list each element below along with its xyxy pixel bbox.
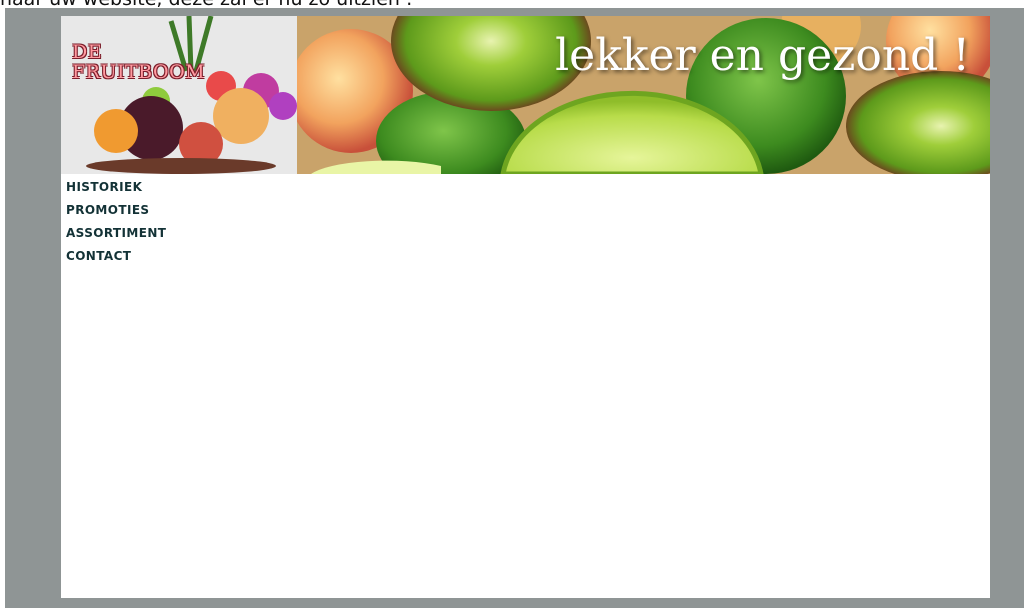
logo[interactable]: DE FRUITBOOM [61, 16, 297, 174]
nav-link-historiek[interactable]: HISTORIEK [66, 179, 166, 202]
main-navigation: HISTORIEK PROMOTIES ASSORTIMENT CONTACT [66, 179, 166, 271]
instruction-caption: naar uw website, deze zal er nu zo uitzi… [0, 0, 1024, 8]
nav-item: CONTACT [66, 248, 166, 271]
nav-link-promoties[interactable]: PROMOTIES [66, 202, 166, 225]
nav-item: ASSORTIMENT [66, 225, 166, 248]
nav-item: HISTORIEK [66, 179, 166, 202]
nav-item: PROMOTIES [66, 202, 166, 225]
banner-slogan: lekker en gezond ! [555, 30, 970, 81]
website-page: DE FRUITBOOM lekker en gezond ! HISTORIE… [61, 16, 990, 598]
nav-link-contact[interactable]: CONTACT [66, 248, 166, 271]
logo-text: DE FRUITBOOM [72, 41, 206, 83]
browser-viewport: DE FRUITBOOM lekker en gezond ! HISTORIE… [5, 8, 1024, 608]
nav-link-assortiment[interactable]: ASSORTIMENT [66, 225, 166, 248]
header-banner: DE FRUITBOOM lekker en gezond ! [61, 16, 990, 191]
